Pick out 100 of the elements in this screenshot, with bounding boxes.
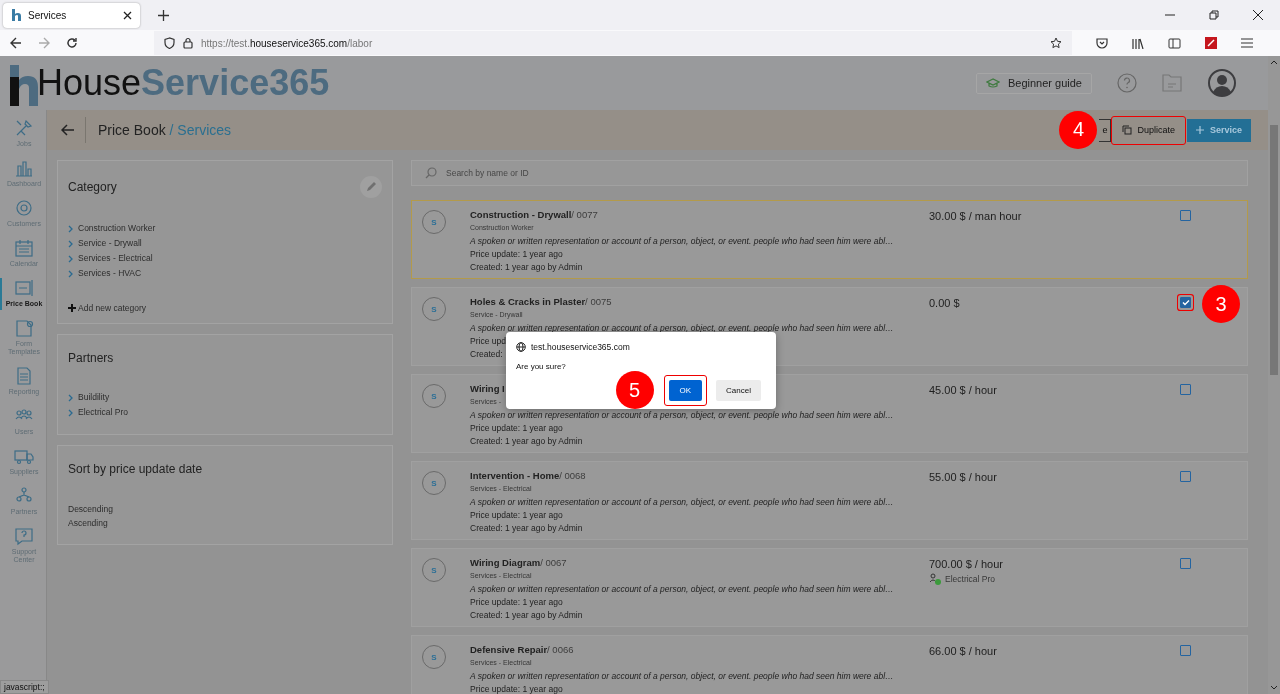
duplicate-button[interactable]: Duplicate	[1111, 115, 1186, 145]
toolbar-button[interactable]: e	[1099, 118, 1112, 142]
browser-tab[interactable]: Services	[3, 2, 140, 28]
price-update-text: Price update: 1 year ago	[470, 422, 563, 435]
service-price: 700.00 $ / hour	[929, 557, 1004, 571]
row-checkbox[interactable]	[1180, 558, 1191, 569]
created-text: Created: 1 year ago by Admin	[470, 522, 583, 535]
step-marker: 4	[1059, 110, 1098, 149]
sort-option[interactable]: Ascending	[68, 518, 382, 529]
extension-icon[interactable]	[1205, 37, 1217, 49]
row-checkbox[interactable]	[1180, 297, 1191, 308]
partner-item[interactable]: Electrical Pro	[68, 406, 382, 419]
search-icon	[425, 167, 437, 179]
dialog-origin: test.houseservice365.com	[531, 342, 630, 352]
row-checkbox[interactable]	[1180, 384, 1191, 395]
help-icon	[14, 526, 34, 546]
form-icon	[14, 318, 34, 338]
search-field[interactable]: Search by name or ID	[411, 160, 1248, 186]
step-marker: 3	[1202, 285, 1240, 323]
price-update-text: Price upd	[470, 335, 506, 348]
service-description: A spoken or written representation or account of a person, object, or event. people who had seen him were abl…	[470, 496, 894, 509]
lock-icon	[183, 37, 193, 49]
card-title: Sort by price update date	[68, 462, 204, 476]
calendar-icon	[14, 238, 34, 258]
scroll-down-icon[interactable]	[1270, 685, 1278, 690]
add-service-button[interactable]: Service	[1186, 118, 1251, 142]
new-tab-icon[interactable]	[158, 9, 169, 21]
back-icon[interactable]	[10, 37, 22, 49]
reload-icon[interactable]	[66, 37, 78, 49]
tools-icon	[14, 118, 34, 138]
service-name: Wiring Diagram/ 0067	[470, 557, 567, 569]
card-title: Partners	[68, 351, 115, 365]
copy-icon	[1122, 125, 1133, 135]
logo-text: HouseService365	[37, 62, 330, 104]
row-checkbox[interactable]	[1180, 471, 1191, 482]
service-price: 30.00 $ / man hour	[929, 209, 1023, 223]
url-text: https://test.houseservice365.com/labor	[201, 37, 373, 49]
price-update-text: Price update: 1 year ago	[470, 683, 563, 694]
star-icon[interactable]	[1050, 37, 1062, 49]
sort-option[interactable]: Descending	[68, 504, 382, 515]
partner-icon	[929, 573, 941, 585]
service-price: 0.00 $	[929, 296, 961, 310]
cancel-button[interactable]: Cancel	[716, 380, 761, 401]
price-update-text: Price update: 1 year ago	[470, 596, 563, 609]
service-price: 66.00 $ / hour	[929, 644, 998, 658]
restore-icon[interactable]	[1209, 10, 1219, 20]
ok-button[interactable]: OK	[668, 380, 703, 401]
service-name: Holes & Cracks in Plaster/ 0075	[470, 296, 612, 308]
price-update-text: Price update: 1 year ago	[470, 509, 563, 522]
service-description: A spoken or written representation or account of a person, object, or event. people who had seen him were abl…	[470, 583, 894, 596]
beginner-guide-button[interactable]: Beginner guide	[976, 72, 1092, 94]
library-icon[interactable]	[1132, 37, 1144, 49]
service-description: A spoken or written representation or account of a person, object, or event. people who had seen him were abl…	[470, 409, 894, 422]
plus-icon	[1195, 126, 1204, 134]
created-text: Created: 1 year ago by Admin	[470, 261, 583, 274]
category-item[interactable]: Services - HVAC	[68, 267, 382, 280]
logo-icon	[8, 63, 40, 107]
service-card[interactable]	[411, 461, 1248, 540]
close-icon[interactable]	[123, 10, 132, 20]
partner-item[interactable]: Buildility	[68, 391, 382, 404]
service-card[interactable]	[411, 200, 1248, 279]
graduation-cap-icon	[986, 78, 1000, 88]
tab-title: Services	[28, 9, 68, 21]
row-checkbox[interactable]	[1180, 210, 1191, 221]
price-update-text: Price update: 1 year ago	[470, 248, 563, 261]
plus-icon	[68, 304, 76, 312]
service-name: Construction - Drywall/ 0077	[470, 209, 598, 221]
category-item[interactable]: Service - Drywall	[68, 237, 382, 250]
service-name: Defensive Repair/ 0066	[470, 644, 574, 656]
page-title: Price Book / Services	[98, 122, 232, 138]
pocket-icon[interactable]	[1096, 37, 1108, 49]
service-name: Wiring I	[470, 383, 505, 395]
avatar-icon[interactable]	[1208, 69, 1236, 97]
card-title: Category	[68, 180, 117, 194]
category-item[interactable]: Construction Worker	[68, 222, 382, 235]
report-icon	[14, 366, 34, 386]
address-bar[interactable]: https://test.houseservice365.com/labor	[154, 31, 1072, 55]
logo-icon	[11, 9, 21, 21]
scroll-up-icon[interactable]	[1270, 60, 1278, 65]
menu-icon[interactable]	[1241, 38, 1253, 48]
globe-icon	[516, 342, 526, 352]
created-text: Created:	[470, 348, 503, 361]
created-text: Created: 1 year ago by Admin	[470, 609, 583, 622]
service-description: A spoken or written representation or account of a person, object, or event. people who had seen him were abl…	[470, 235, 894, 248]
back-arrow-icon[interactable]	[61, 124, 75, 136]
service-description: A spoken or written representation or account of a person, object, or event. people who had seen him were abl…	[470, 322, 894, 335]
created-text: Created: 1 year ago by Admin	[470, 435, 583, 448]
service-description: A spoken or written representation or account of a person, object, or event. people who had seen him were abl…	[470, 670, 894, 683]
step-marker: 5	[615, 371, 654, 409]
category-item[interactable]: Services - Electrical	[68, 252, 382, 265]
price-icon	[14, 278, 34, 298]
partner-label: Electrical Pro	[929, 573, 996, 585]
scrollbar[interactable]	[1268, 56, 1280, 694]
status-text: javascript:;	[0, 680, 49, 694]
service-price: 55.00 $ / hour	[929, 470, 998, 484]
service-card[interactable]	[411, 548, 1248, 627]
row-checkbox[interactable]	[1180, 645, 1191, 656]
add-category-link[interactable]: Add new category	[68, 303, 147, 313]
close-icon[interactable]	[1253, 10, 1263, 20]
sidebar-icon[interactable]	[1168, 37, 1181, 49]
